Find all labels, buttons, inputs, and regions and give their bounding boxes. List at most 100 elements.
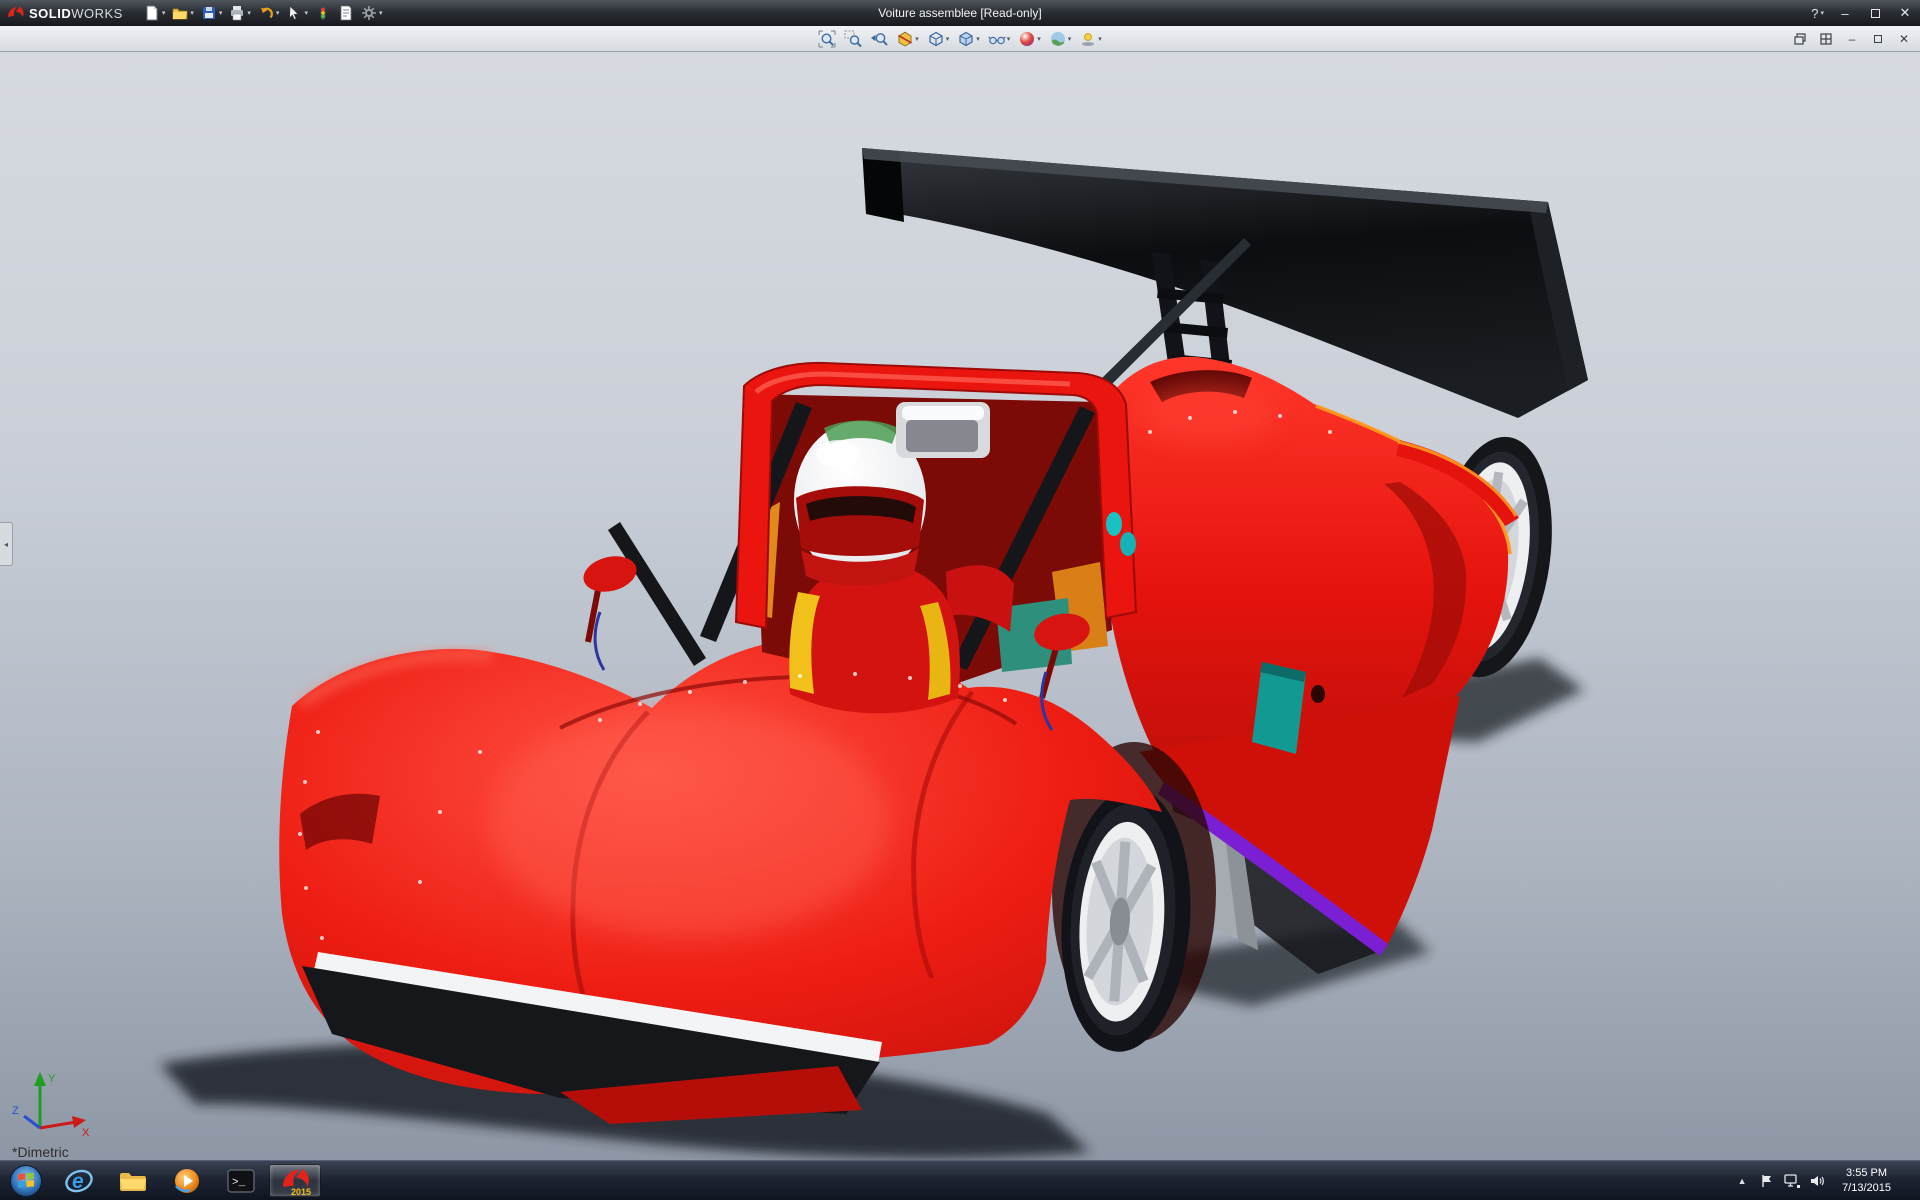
view-settings-button[interactable]: ▾ [1076, 27, 1105, 50]
apply-scene-button[interactable]: ▾ [1046, 27, 1075, 50]
dropdown-caret-icon: ▾ [1820, 10, 1824, 17]
view-toolbar: ▾ ▾ ▾ ▾ [0, 26, 1920, 52]
help-button[interactable]: ? ▾ [1805, 6, 1830, 21]
previous-view-icon [870, 30, 888, 48]
hide-show-items-button[interactable]: ▾ [985, 27, 1014, 50]
document-window-controls: – ✕ [1788, 26, 1916, 52]
display-style-cube-icon [957, 30, 975, 48]
dropdown-caret-icon[interactable]: ▾ [379, 10, 383, 17]
dropdown-caret-icon[interactable]: ▾ [276, 10, 280, 17]
action-center-button[interactable] [1758, 1170, 1776, 1192]
dropdown-caret-icon[interactable]: ▾ [1037, 35, 1041, 43]
close-icon: ✕ [1900, 5, 1911, 21]
taskbar-clock[interactable]: 3:55 PM 7/13/2015 [1833, 1166, 1900, 1196]
tray-expand-button[interactable]: ▲ [1733, 1170, 1751, 1192]
3d-model-canvas[interactable] [0, 52, 1920, 1160]
triad-x-label: X [82, 1127, 90, 1138]
taskbar-file-explorer[interactable] [107, 1164, 159, 1197]
taskbar-internet-explorer[interactable]: e [53, 1164, 105, 1197]
doc-restore-button[interactable] [1866, 29, 1890, 49]
window-controls: ? ▾ – ✕ [1805, 0, 1920, 26]
command-prompt-icon: >_ [226, 1166, 256, 1196]
solidworks-app-icon: 2015 [279, 1165, 311, 1197]
apply-scene-icon [1049, 30, 1067, 48]
new-document-icon [144, 5, 160, 21]
view-orientation-button[interactable]: ▾ [924, 27, 953, 50]
minimize-button[interactable]: – [1830, 0, 1860, 26]
zoom-to-fit-icon [818, 30, 836, 48]
dropdown-caret-icon[interactable]: ▾ [976, 35, 980, 43]
svg-text:>_: >_ [232, 1177, 246, 1189]
maximize-button[interactable] [1860, 0, 1890, 26]
dropdown-caret-icon[interactable]: ▾ [190, 10, 194, 17]
dropdown-caret-icon[interactable]: ▾ [1068, 35, 1072, 43]
dropdown-caret-icon[interactable]: ▾ [162, 10, 166, 17]
tile-windows-button[interactable] [1814, 29, 1838, 49]
left-mirror[interactable] [580, 551, 641, 670]
new-button[interactable]: ▾ [141, 2, 169, 24]
taskbar-media-player[interactable] [161, 1164, 213, 1197]
print-button[interactable]: ▾ [226, 2, 254, 24]
file-properties-button[interactable] [335, 2, 357, 24]
close-button[interactable]: ✕ [1890, 0, 1920, 26]
volume-button[interactable] [1808, 1170, 1826, 1192]
edit-appearance-button[interactable]: ▾ [1015, 27, 1044, 50]
dropdown-caret-icon[interactable]: ▾ [946, 35, 950, 43]
doc-restore-icon [1874, 35, 1882, 43]
options-button[interactable]: ▾ [358, 2, 386, 24]
clock-date: 7/13/2015 [1842, 1181, 1891, 1196]
reference-triad: Y X Z [10, 1064, 94, 1138]
view-settings-icon [1079, 30, 1097, 48]
maximize-icon [1871, 9, 1880, 18]
dropdown-caret-icon[interactable]: ▾ [219, 10, 223, 17]
taskbar-solidworks[interactable]: 2015 [269, 1164, 321, 1197]
options-gear-icon [361, 5, 377, 21]
view-orientation-label: *Dimetric [12, 1144, 69, 1160]
graphics-viewport[interactable]: ◂ Y X Z *Dimetric [0, 52, 1920, 1160]
rebuild-button[interactable] [312, 2, 334, 24]
featuremanager-collapsed-tab[interactable]: ◂ [0, 522, 13, 566]
select-button[interactable]: ▾ [283, 2, 311, 24]
zoom-to-area-button[interactable] [841, 27, 865, 50]
clock-time: 3:55 PM [1842, 1166, 1891, 1181]
display-style-button[interactable]: ▾ [954, 27, 983, 50]
open-folder-icon [172, 5, 188, 21]
section-view-button[interactable]: ▾ [893, 27, 922, 50]
volume-icon [1810, 1174, 1825, 1188]
panel-collapse-icon: ◂ [4, 540, 8, 549]
undo-button[interactable]: ▾ [255, 2, 283, 24]
network-button[interactable] [1783, 1170, 1801, 1192]
section-view-icon [896, 30, 914, 48]
airbox[interactable] [896, 402, 990, 458]
dropdown-caret-icon[interactable]: ▾ [247, 10, 251, 17]
view-orientation-cube-icon [927, 30, 945, 48]
undo-arrow-icon [258, 5, 274, 21]
triad-y-label: Y [48, 1073, 56, 1085]
svg-text:2015: 2015 [291, 1187, 311, 1197]
tile-windows-icon [1820, 33, 1832, 45]
doc-close-button[interactable]: ✕ [1892, 29, 1916, 49]
select-cursor-icon [286, 5, 302, 21]
save-button[interactable]: ▾ [198, 2, 226, 24]
system-tray: ▲ 3:55 PM 7/13/ [1733, 1161, 1920, 1200]
cascade-windows-button[interactable] [1788, 29, 1812, 49]
previous-view-button[interactable] [867, 27, 891, 50]
edit-appearance-ball-icon [1018, 30, 1036, 48]
taskbar-command-prompt[interactable]: >_ [215, 1164, 267, 1197]
dropdown-caret-icon[interactable]: ▾ [1098, 35, 1102, 43]
dropdown-caret-icon[interactable]: ▾ [304, 10, 308, 17]
doc-minimize-button[interactable]: – [1840, 29, 1864, 49]
windows-start-icon [9, 1164, 43, 1198]
help-icon: ? [1811, 6, 1818, 21]
save-floppy-icon [201, 5, 217, 21]
open-button[interactable]: ▾ [169, 2, 197, 24]
dropdown-caret-icon[interactable]: ▾ [1007, 35, 1011, 43]
svg-text:e: e [72, 1170, 84, 1193]
dropdown-caret-icon[interactable]: ▾ [915, 35, 919, 43]
cascade-windows-icon [1794, 33, 1806, 45]
print-icon [229, 5, 245, 21]
start-button[interactable] [0, 1161, 52, 1200]
front-bodywork[interactable] [279, 638, 1162, 1124]
zoom-to-fit-button[interactable] [815, 27, 839, 50]
zoom-to-area-icon [844, 30, 862, 48]
